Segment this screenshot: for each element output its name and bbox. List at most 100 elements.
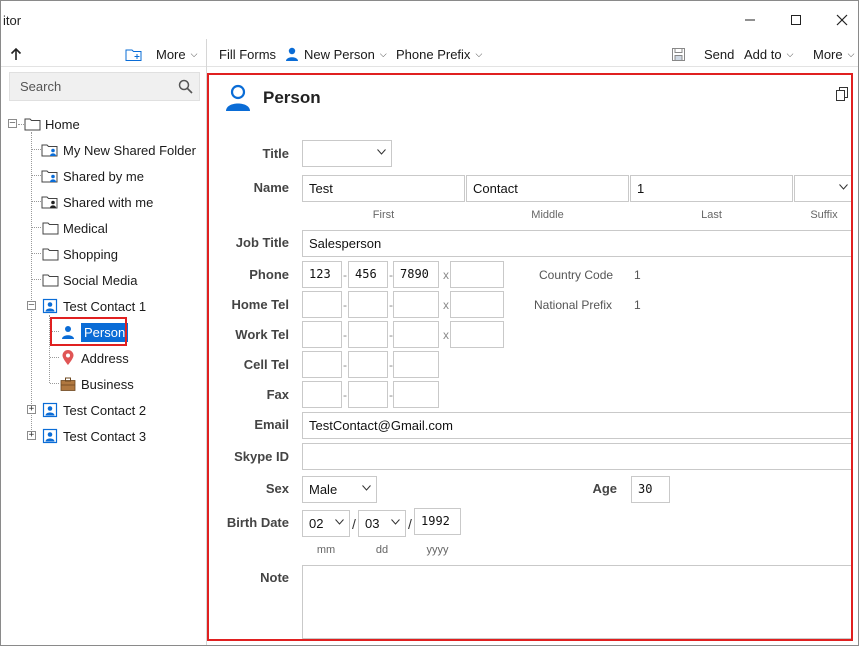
cell-tel-prefix-field[interactable] (348, 351, 388, 378)
sex-value: Male (309, 482, 338, 497)
chevron-down-icon (391, 519, 400, 525)
home-tel-area-field[interactable] (302, 291, 342, 318)
work-tel-area-field[interactable] (302, 321, 342, 348)
add-to-label: Add to (744, 46, 782, 62)
tree-node-test-contact-3[interactable]: Test Contact 3 (41, 425, 146, 447)
phone-prefix-label: Phone Prefix (396, 46, 471, 62)
cell-tel-area-field[interactable] (302, 351, 342, 378)
new-person-label: New Person (304, 46, 375, 62)
tree-node-address[interactable]: Address (59, 347, 129, 369)
sex-select[interactable]: Male (302, 476, 377, 503)
suffix-select[interactable] (794, 175, 851, 202)
more-menu-right[interactable]: More ⌵ (813, 45, 854, 63)
dash-separator: - (343, 328, 347, 342)
chevron-down-icon: ⌵ (786, 48, 794, 59)
form-header: Person (223, 83, 321, 113)
fill-forms-button[interactable]: Fill Forms (219, 45, 276, 63)
tree-node-shared-folder[interactable]: My New Shared Folder (41, 139, 196, 161)
phone-extension-field[interactable] (450, 261, 504, 288)
tree-node-shared-with-me[interactable]: Shared with me (41, 191, 153, 213)
middle-name-field[interactable]: Contact (466, 175, 629, 202)
tree-node-test-contact-1[interactable]: Test Contact 1 (41, 295, 146, 317)
expand-contact3-toggle[interactable]: + (27, 431, 36, 440)
tree-node-social-media[interactable]: Social Media (41, 269, 137, 291)
new-folder-button[interactable] (125, 45, 143, 63)
tree-node-business[interactable]: Business (59, 373, 134, 395)
birth-year-field[interactable]: 1992 (414, 508, 461, 535)
work-tel-line-field[interactable] (393, 321, 439, 348)
chevron-down-icon: ⌵ (847, 48, 855, 59)
collapse-home-toggle[interactable]: – (8, 119, 17, 128)
shared-folder-icon (41, 142, 59, 158)
job-title-field[interactable]: Salesperson (302, 230, 851, 257)
tree-node-test-contact-2[interactable]: Test Contact 2 (41, 399, 146, 421)
contact-card-icon (41, 428, 59, 444)
close-button[interactable] (819, 7, 859, 33)
phone-prefix-menu[interactable]: Phone Prefix ⌵ (396, 45, 482, 63)
phone-area-field[interactable]: 123 (302, 261, 342, 288)
search-placeholder: Search (20, 79, 62, 94)
up-button[interactable] (10, 45, 22, 63)
home-tel-prefix-field[interactable] (348, 291, 388, 318)
tree-guide (32, 149, 41, 150)
email-field[interactable]: TestContact@Gmail.com (302, 412, 851, 439)
expand-contact2-toggle[interactable]: + (27, 405, 36, 414)
phone-line-field[interactable]: 7890 (393, 261, 439, 288)
first-name-field[interactable]: Test (302, 175, 465, 202)
add-to-menu[interactable]: Add to ⌵ (744, 45, 793, 63)
more-menu-left[interactable]: More ⌵ (156, 45, 197, 63)
home-tel-extension-field[interactable] (450, 291, 504, 318)
arrow-up-icon (10, 47, 22, 60)
chevron-down-icon: ⌵ (379, 48, 387, 59)
tree-node-label: Shared with me (63, 194, 154, 210)
person-icon (286, 47, 298, 61)
skype-id-field[interactable] (302, 443, 851, 470)
home-tel-label: Home Tel (231, 297, 289, 312)
sex-label: Sex (265, 481, 289, 496)
phone-label: Phone (249, 267, 289, 282)
chevron-down-icon (839, 184, 848, 190)
fax-label: Fax (266, 387, 289, 402)
app-window: itor More ⌵ Fill Forms New Person ⌵ Phone (0, 0, 859, 646)
home-tel-line-field[interactable] (393, 291, 439, 318)
day-caption: dd (375, 544, 389, 556)
new-person-button[interactable]: New Person ⌵ (284, 45, 387, 63)
country-code-label: Country Code (539, 268, 614, 282)
more-right-label: More (813, 46, 843, 62)
work-tel-extension-field[interactable] (450, 321, 504, 348)
folder-icon (41, 272, 59, 288)
tree-node-medical[interactable]: Medical (41, 217, 108, 239)
month-caption: mm (316, 544, 336, 556)
title-select[interactable] (302, 140, 392, 167)
dash-separator: - (343, 298, 347, 312)
tree-node-shopping[interactable]: Shopping (41, 243, 118, 265)
send-button[interactable]: Send (704, 45, 734, 63)
save-button[interactable] (671, 45, 686, 63)
last-name-field[interactable]: 1 (630, 175, 793, 202)
note-textarea[interactable] (302, 565, 851, 639)
work-tel-prefix-field[interactable] (348, 321, 388, 348)
maximize-icon (791, 15, 801, 25)
search-input[interactable]: Search (9, 72, 200, 101)
cell-tel-line-field[interactable] (393, 351, 439, 378)
fax-prefix-field[interactable] (348, 381, 388, 408)
email-label: Email (254, 417, 289, 432)
maximize-button[interactable] (773, 7, 819, 33)
extension-mark: x (443, 268, 449, 282)
chevron-down-icon: ⌵ (190, 48, 198, 59)
tree-node-label: Shared by me (63, 168, 144, 184)
tree-guide (50, 357, 59, 358)
birth-day-select[interactable]: 03 (358, 510, 406, 537)
tree-node-home[interactable]: Home (23, 113, 80, 135)
copy-icon[interactable] (836, 87, 849, 101)
birth-month-select[interactable]: 02 (302, 510, 350, 537)
collapse-contact1-toggle[interactable]: – (27, 301, 36, 310)
suffix-caption: Suffix (810, 209, 838, 221)
fax-line-field[interactable] (393, 381, 439, 408)
age-field[interactable]: 30 (631, 476, 670, 503)
tree-node-shared-by-me[interactable]: Shared by me (41, 165, 144, 187)
national-prefix-value: 1 (634, 298, 641, 312)
minimize-button[interactable] (727, 7, 773, 33)
phone-prefix-field[interactable]: 456 (348, 261, 388, 288)
fax-area-field[interactable] (302, 381, 342, 408)
